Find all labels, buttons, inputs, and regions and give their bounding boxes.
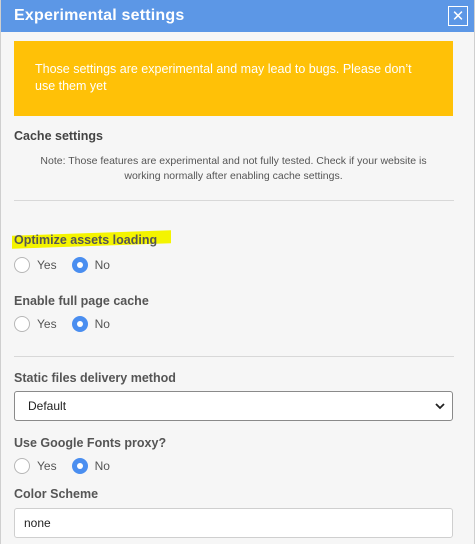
divider (14, 200, 454, 201)
cache-settings-title: Cache settings (14, 129, 103, 143)
dialog-content: Those settings are experimental and may … (1, 41, 474, 538)
warning-banner: Those settings are experimental and may … (14, 41, 453, 116)
full-page-cache-radios: Yes No (14, 316, 453, 332)
cache-note: Note: Those features are experimental an… (40, 155, 427, 182)
color-scheme-input[interactable]: none (14, 508, 453, 538)
optimize-assets-yes-label[interactable]: Yes (37, 258, 57, 272)
full-page-cache-label: Enable full page cache (14, 294, 149, 308)
google-fonts-yes-label[interactable]: Yes (37, 459, 57, 473)
chevron-down-icon (435, 403, 445, 410)
google-fonts-label: Use Google Fonts proxy? (14, 436, 167, 450)
warning-text: Those settings are experimental and may … (35, 62, 412, 93)
google-fonts-no-label[interactable]: No (95, 459, 110, 473)
experimental-settings-dialog: Experimental settings ✕ Those settings a… (0, 0, 475, 544)
dialog-title: Experimental settings (14, 7, 185, 24)
full-page-cache-no-label[interactable]: No (95, 317, 110, 331)
full-page-cache-group: Enable full page cache Yes No (14, 294, 453, 332)
full-page-cache-yes-radio[interactable] (14, 316, 30, 332)
google-fonts-no-radio[interactable] (71, 458, 88, 474)
full-page-cache-yes-label[interactable]: Yes (37, 317, 57, 331)
divider (14, 356, 454, 357)
color-scheme-value: none (24, 516, 51, 530)
dialog-titlebar: Experimental settings ✕ (1, 0, 474, 32)
optimize-assets-label: Optimize assets loading (12, 230, 172, 249)
static-delivery-label: Static files delivery method (14, 371, 176, 385)
optimize-assets-no-radio[interactable] (71, 257, 88, 273)
color-scheme-label: Color Scheme (14, 487, 99, 501)
full-page-cache-no-radio[interactable] (71, 316, 88, 332)
close-button[interactable]: ✕ (448, 6, 468, 26)
google-fonts-group: Use Google Fonts proxy? Yes No (14, 436, 453, 474)
optimize-assets-radios: Yes No (14, 257, 453, 273)
google-fonts-yes-radio[interactable] (14, 458, 30, 474)
close-icon: ✕ (451, 7, 465, 25)
static-delivery-group: Static files delivery method Default (14, 371, 453, 421)
optimize-assets-group: Optimize assets loading Yes No (12, 230, 453, 273)
optimize-assets-yes-radio[interactable] (14, 257, 30, 273)
optimize-assets-no-label[interactable]: No (95, 258, 110, 272)
static-delivery-select[interactable]: Default (14, 391, 453, 421)
color-scheme-group: Color Scheme none (14, 487, 453, 538)
google-fonts-radios: Yes No (14, 458, 453, 474)
static-delivery-value: Default (28, 399, 67, 413)
